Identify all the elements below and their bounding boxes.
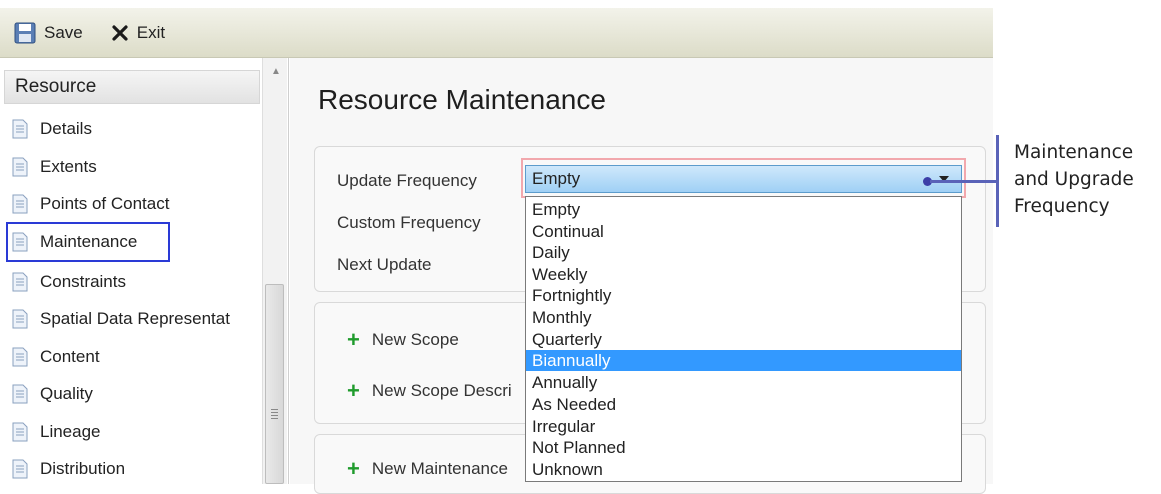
new-maintenance-link[interactable]: + New Maintenance (347, 456, 508, 481)
callout-connector (930, 180, 998, 183)
toolbar: Save Exit (0, 8, 993, 58)
sidebar-item-spatial-data-representation[interactable]: Spatial Data Representat (12, 304, 262, 334)
exit-button[interactable]: Exit (111, 23, 165, 43)
sidebar-item-lineage[interactable]: Lineage (12, 417, 262, 447)
sidebar-item-constraints[interactable]: Constraints (12, 267, 262, 297)
save-button[interactable]: Save (14, 22, 83, 44)
document-icon (12, 272, 28, 292)
sidebar-item-details[interactable]: Details (12, 114, 262, 144)
save-label: Save (44, 22, 83, 42)
new-scope-description-link[interactable]: + New Scope Descri (347, 378, 512, 403)
custom-frequency-label: Custom Frequency (337, 213, 481, 232)
callout-bracket (996, 135, 999, 227)
sidebar-header: Resource (4, 70, 260, 104)
option-fortnightly[interactable]: Fortnightly (526, 285, 961, 306)
option-weekly[interactable]: Weekly (526, 264, 961, 285)
update-frequency-options: Empty Continual Daily Weekly Fortnightly… (525, 196, 962, 482)
sidebar-item-points-of-contact[interactable]: Points of Contact (12, 189, 262, 219)
option-empty[interactable]: Empty (526, 199, 961, 220)
update-frequency-select[interactable]: Empty (525, 165, 962, 193)
callout-label: Maintenance and Upgrade Frequency (1014, 139, 1159, 220)
document-icon (12, 309, 28, 329)
sidebar-item-label: Extents (40, 157, 97, 176)
sidebar: Resource Details Extents Points of Conta… (0, 58, 289, 484)
new-scope-label: New Scope (371, 330, 459, 349)
close-icon (112, 24, 128, 41)
update-frequency-label: Update Frequency (337, 171, 477, 190)
sidebar-item-quality[interactable]: Quality (12, 379, 262, 409)
document-icon (12, 422, 28, 442)
option-unknown[interactable]: Unknown (526, 459, 961, 480)
new-scope-link[interactable]: + New Scope (347, 327, 459, 352)
sidebar-item-distribution[interactable]: Distribution (12, 454, 262, 484)
sidebar-item-label: Maintenance (40, 232, 138, 251)
option-biannually[interactable]: Biannually (526, 350, 961, 371)
scroll-thumb[interactable] (265, 284, 284, 484)
sidebar-item-label: Lineage (40, 422, 101, 441)
document-icon (12, 157, 28, 177)
option-daily[interactable]: Daily (526, 242, 961, 263)
sidebar-item-label: Distribution (40, 459, 126, 478)
option-annually[interactable]: Annually (526, 372, 961, 393)
grip-icon (271, 409, 278, 419)
next-update-label: Next Update (337, 255, 432, 274)
sidebar-scrollbar[interactable]: ▲ (262, 58, 287, 484)
sidebar-item-label: Content (40, 347, 100, 366)
page-title: Resource Maintenance (318, 84, 606, 115)
document-icon (12, 347, 28, 367)
plus-icon: + (347, 456, 360, 481)
document-icon (12, 194, 28, 214)
sidebar-item-extents[interactable]: Extents (12, 152, 262, 182)
option-continual[interactable]: Continual (526, 221, 961, 242)
sidebar-item-label: Points of Contact (40, 194, 170, 213)
scroll-up-arrow-icon[interactable]: ▲ (271, 66, 281, 77)
sidebar-item-maintenance[interactable]: Maintenance (6, 222, 170, 262)
selected-value: Empty (532, 169, 581, 188)
new-maintenance-label: New Maintenance (371, 459, 508, 478)
document-icon (12, 119, 28, 139)
callout-line-2: and Upgrade (1014, 169, 1134, 190)
save-icon (14, 22, 36, 43)
sidebar-item-content[interactable]: Content (12, 342, 262, 372)
document-icon (12, 384, 28, 404)
option-monthly[interactable]: Monthly (526, 307, 961, 328)
option-as-needed[interactable]: As Needed (526, 394, 961, 415)
sidebar-item-label: Quality (40, 384, 93, 403)
sidebar-item-label: Spatial Data Representat (40, 309, 230, 328)
document-icon (12, 232, 28, 252)
option-quarterly[interactable]: Quarterly (526, 329, 961, 350)
option-not-planned[interactable]: Not Planned (526, 437, 961, 458)
new-scope-description-label: New Scope Descri (371, 381, 512, 400)
callout-line-1: Maintenance (1014, 142, 1134, 163)
exit-label: Exit (136, 22, 166, 42)
document-icon (12, 459, 28, 479)
plus-icon: + (347, 327, 360, 352)
plus-icon: + (347, 378, 360, 403)
callout-line-3: Frequency (1014, 196, 1110, 217)
sidebar-item-label: Constraints (40, 272, 126, 291)
sidebar-item-label: Details (40, 119, 92, 138)
option-irregular[interactable]: Irregular (526, 416, 961, 437)
